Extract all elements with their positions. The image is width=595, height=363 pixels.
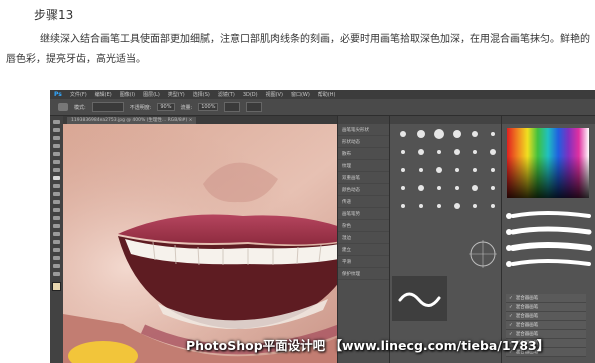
menu-layer[interactable]: 图层(L) (143, 91, 160, 98)
flow-value[interactable]: 100% (198, 103, 219, 111)
color-and-brush-presets-panel: ✓ 混合器画笔 ✓ 混合器画笔 ✓ 混合器画笔 ✓ 混合器画笔 ✓ 混合器画笔 ✓ 混合器画… (501, 116, 595, 363)
mode-select[interactable] (91, 102, 124, 112)
brush-tool-icon[interactable] (53, 176, 60, 180)
brush-option-row[interactable]: 建立 (338, 244, 389, 256)
eraser-tool-icon[interactable] (53, 200, 60, 204)
visibility-eye-icon[interactable]: ✓ (509, 314, 513, 319)
menu-type[interactable]: 类型(Y) (168, 91, 185, 98)
photoshop-screenshot: Ps 文件(F) 编辑(E) 图像(I) 图层(L) 类型(Y) 选择(S) 滤… (50, 90, 595, 363)
brush-option-row[interactable]: 画笔笔尖形状 (338, 124, 389, 136)
brush-option-row[interactable]: 传递 (338, 196, 389, 208)
eyedropper-tool-icon[interactable] (53, 160, 60, 164)
step-title: 步骤13 (34, 8, 74, 22)
visibility-eye-icon[interactable]: ✓ (509, 323, 513, 328)
brush-option-row[interactable]: 保护纹理 (338, 268, 389, 280)
gradient-tool-icon[interactable] (53, 208, 60, 212)
ps-logo: Ps (54, 91, 62, 98)
blur-tool-icon[interactable] (53, 216, 60, 220)
brush-option-row[interactable]: 双重画笔 (338, 172, 389, 184)
lasso-tool-icon[interactable] (53, 136, 60, 140)
brush-option-row[interactable]: 颜色动态 (338, 184, 389, 196)
document-tab[interactable]: 1193836984ea2753.jpg @ 400% (生理性... RGB/… (67, 117, 197, 124)
brush-option-row[interactable]: 散布 (338, 148, 389, 160)
brush-option-row[interactable]: 平滑 (338, 256, 389, 268)
menu-select[interactable]: 选择(S) (193, 91, 210, 98)
dodge-tool-icon[interactable] (53, 224, 60, 228)
brush-panel: 画笔笔尖形状 形状动态 散布 纹理 双重画笔 颜色动态 传递 画笔笔势 杂色 湿… (337, 116, 389, 363)
menu-help[interactable]: 帮助(H) (318, 91, 336, 98)
menu-edit[interactable]: 编辑(E) (95, 91, 112, 98)
zoom-tool-icon[interactable] (53, 272, 60, 276)
brush-stroke-preview (392, 276, 447, 321)
menu-filter[interactable]: 滤镜(T) (218, 91, 235, 98)
layer-row[interactable]: ✓ 混合器画笔 (506, 312, 586, 321)
document-tab-bar: 1193836984ea2753.jpg @ 400% (生理性... RGB/… (63, 116, 383, 124)
brush-tip-grid[interactable] (393, 126, 501, 276)
brush-option-row[interactable]: 杂色 (338, 220, 389, 232)
toolbox (50, 116, 64, 363)
flow-label: 流量: (180, 104, 193, 111)
step-paragraph: 继续深入结合画笔工具使面部更加细腻，注意口部肌肉线条的刻画，必要时用画笔拾取深色… (6, 34, 590, 65)
menu-window[interactable]: 窗口(W) (291, 91, 310, 98)
pressure-icon[interactable] (246, 102, 263, 112)
watermark: PhotoShop平面设计吧 【www.linecg.com/tieba/178… (186, 338, 550, 353)
brush-tool-icon[interactable] (58, 103, 68, 111)
layer-row[interactable]: ✓ 混合器画笔 (506, 294, 586, 303)
menu-3d[interactable]: 3D(D) (243, 92, 258, 98)
shape-tool-icon[interactable] (53, 256, 60, 260)
color-swatches-shade (507, 128, 589, 198)
brush-preset-strokes[interactable] (505, 204, 593, 294)
brush-tips-header (390, 116, 501, 124)
brush-option-row[interactable]: 形状动态 (338, 136, 389, 148)
path-select-tool-icon[interactable] (53, 248, 60, 252)
brush-option-row[interactable]: 画笔笔势 (338, 208, 389, 220)
menu-bar: Ps 文件(F) 编辑(E) 图像(I) 图层(L) 类型(Y) 选择(S) 滤… (50, 90, 595, 99)
airbrush-icon[interactable] (224, 102, 241, 112)
marquee-tool-icon[interactable] (53, 128, 60, 132)
opacity-label: 不透明度: (129, 104, 152, 111)
brush-panel-header (338, 116, 389, 124)
mode-label: 模式: (74, 104, 86, 111)
move-tool-icon[interactable] (53, 120, 60, 124)
menu-image[interactable]: 图像(I) (120, 91, 135, 98)
options-bar: 模式: 不透明度: 90% 流量: 100% (50, 99, 595, 116)
foreground-color-swatch[interactable] (52, 282, 61, 291)
stamp-tool-icon[interactable] (53, 184, 60, 188)
healing-tool-icon[interactable] (53, 168, 60, 172)
type-tool-icon[interactable] (53, 240, 60, 244)
quick-select-tool-icon[interactable] (53, 144, 60, 148)
brush-option-row[interactable]: 湿边 (338, 232, 389, 244)
history-brush-tool-icon[interactable] (53, 192, 60, 196)
canvas-painting[interactable] (63, 124, 383, 363)
smiling-mouth-painting (63, 124, 383, 363)
crop-tool-icon[interactable] (53, 152, 60, 156)
layer-row[interactable]: ✓ 混合器画笔 (506, 321, 586, 330)
visibility-eye-icon[interactable]: ✓ (509, 305, 513, 310)
visibility-eye-icon[interactable]: ✓ (509, 296, 513, 301)
menu-view[interactable]: 视图(V) (266, 91, 283, 98)
pen-tool-icon[interactable] (53, 232, 60, 236)
layer-row[interactable]: ✓ 混合器画笔 (506, 303, 586, 312)
brush-tips-panel (389, 116, 501, 363)
hand-tool-icon[interactable] (53, 264, 60, 268)
opacity-value[interactable]: 90% (157, 103, 175, 111)
menu-file[interactable]: 文件(F) (70, 91, 87, 98)
brush-option-row[interactable]: 纹理 (338, 160, 389, 172)
swatches-header (502, 116, 595, 124)
